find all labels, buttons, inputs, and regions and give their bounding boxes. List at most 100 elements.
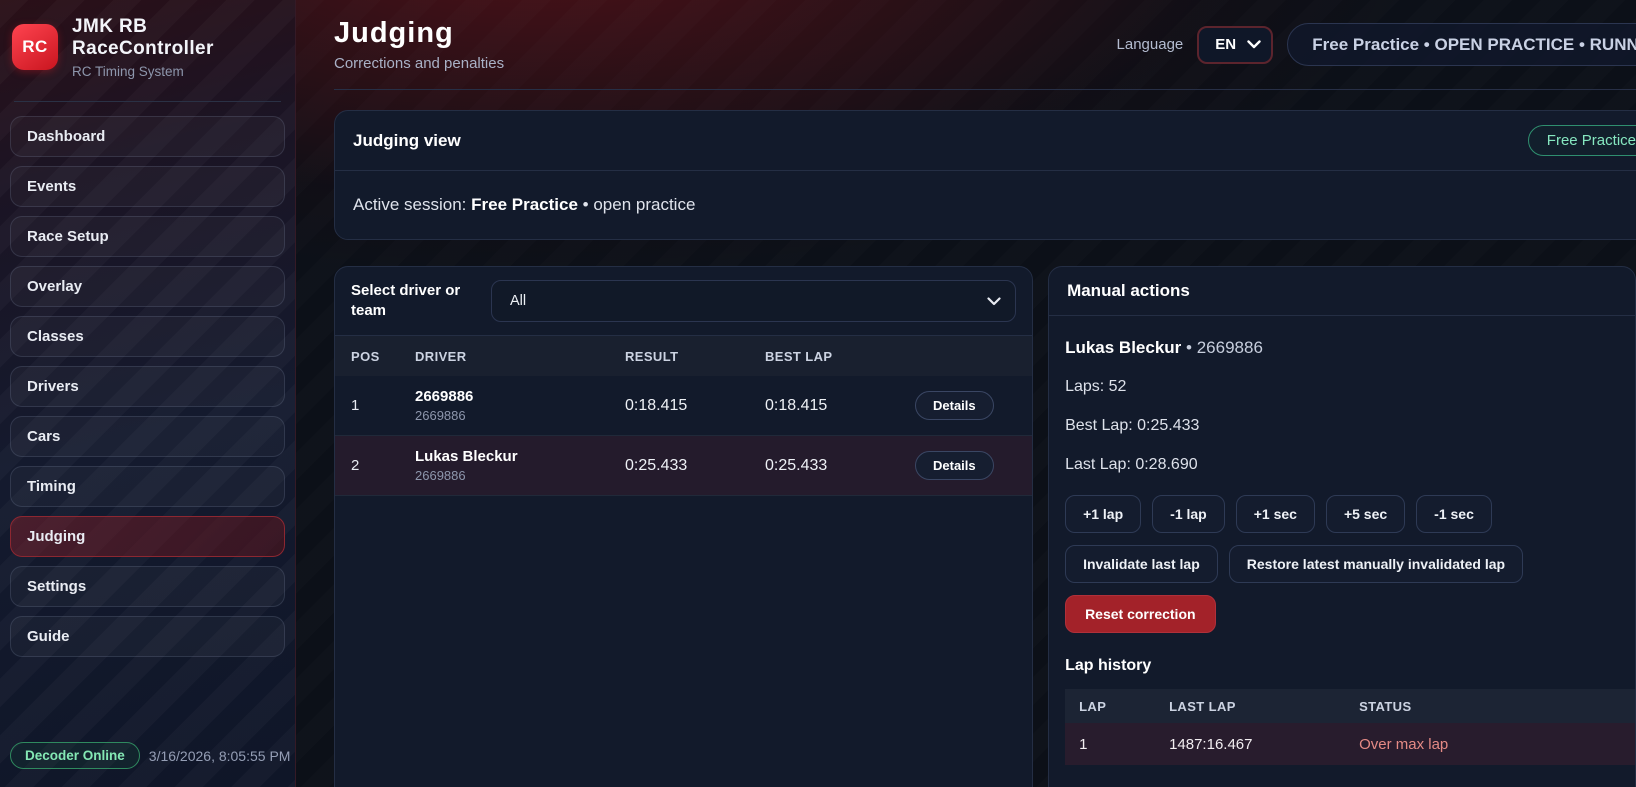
best-lap-cell: 0:25.433 (765, 457, 915, 475)
clock-timestamp: 3/16/2026, 8:05:55 PM (149, 748, 291, 764)
driver-filter-select[interactable]: All (491, 280, 1016, 322)
brand-subtitle: RC Timing System (72, 64, 214, 79)
judging-view-title: Judging view (353, 131, 461, 151)
lap-history-row: 1 1487:16.467 Over max lap (1065, 723, 1636, 765)
driver-results-panel: Select driver or team All POS DRIVER RES… (334, 266, 1033, 787)
manual-actions-title: Manual actions (1067, 281, 1190, 301)
plus-1-sec-button[interactable]: +1 sec (1236, 495, 1315, 533)
sidebar-item-guide[interactable]: Guide (10, 616, 285, 657)
details-button[interactable]: Details (915, 391, 994, 420)
free-practice-badge: Free Practice (1528, 125, 1636, 156)
driver-name: Lukas Bleckur (415, 448, 625, 465)
sidebar-item-dashboard[interactable]: Dashboard (10, 116, 285, 157)
sidebar-item-classes[interactable]: Classes (10, 316, 285, 357)
app-logo-icon: RC (12, 24, 58, 70)
driver-cell: Lukas Bleckur 2669886 (415, 448, 625, 483)
table-row[interactable]: 2 Lukas Bleckur 2669886 0:25.433 0:25.43… (335, 436, 1032, 496)
minus-1-lap-button[interactable]: -1 lap (1152, 495, 1225, 533)
main-content: Judging Corrections and penalties Langua… (296, 0, 1636, 787)
active-session-prefix: Active session: (353, 195, 466, 214)
result-cell: 0:18.415 (625, 397, 765, 415)
language-label: Language (1117, 36, 1184, 53)
laps-count: Laps: 52 (1065, 378, 1619, 396)
plus-1-lap-button[interactable]: +1 lap (1065, 495, 1141, 533)
lap-validity-buttons: Invalidate last lap Restore latest manua… (1065, 545, 1619, 583)
col-pos: POS (351, 349, 415, 364)
session-status-pill: Free Practice • OPEN PRACTICE • RUNNING (1287, 23, 1636, 66)
judging-view-header: Judging view Free Practice (335, 111, 1636, 171)
lap-history-title: Lap history (1065, 657, 1619, 675)
sidebar-item-judging[interactable]: Judging (10, 516, 285, 557)
brand-title: JMK RB RaceController (72, 16, 214, 61)
col-best-lap: BEST LAP (765, 349, 915, 364)
lap-number-cell: 1 (1079, 736, 1169, 753)
language-select[interactable]: EN (1197, 26, 1273, 64)
manual-actions-panel: Manual actions Lukas Bleckur • 2669886 L… (1048, 266, 1636, 787)
last-lap-time-cell: 1487:16.467 (1169, 736, 1359, 753)
pos-cell: 2 (351, 457, 415, 474)
decoder-status-badge: Decoder Online (10, 742, 140, 769)
details-button[interactable]: Details (915, 451, 994, 480)
invalidate-last-lap-button[interactable]: Invalidate last lap (1065, 545, 1218, 583)
chevron-down-icon (987, 297, 1001, 306)
driver-filter-value: All (510, 293, 526, 309)
col-status: STATUS (1359, 699, 1636, 714)
col-lap: LAP (1079, 699, 1169, 714)
active-session-name: Free Practice (471, 195, 578, 214)
last-lap-info: Last Lap: 0:28.690 (1065, 456, 1619, 474)
manual-actions-body: Lukas Bleckur • 2669886 Laps: 52 Best La… (1049, 316, 1635, 781)
driver-select-label: Select driver or team (351, 281, 469, 322)
quick-correction-buttons: +1 lap -1 lap +1 sec +5 sec -1 sec (1065, 495, 1619, 533)
results-table-header: POS DRIVER RESULT BEST LAP (335, 336, 1032, 376)
best-lap-info: Best Lap: 0:25.433 (1065, 417, 1619, 435)
brand: RC JMK RB RaceController RC Timing Syste… (0, 0, 295, 93)
brand-text: JMK RB RaceController RC Timing System (72, 16, 214, 79)
table-row[interactable]: 1 2669886 2669886 0:18.415 0:18.415 Deta… (335, 376, 1032, 436)
sidebar-item-timing[interactable]: Timing (10, 466, 285, 507)
judging-view-panel: Judging view Free Practice Active sessio… (334, 110, 1636, 240)
selected-driver-id: 2669886 (1197, 338, 1263, 357)
active-session-line: Active session: Free Practice • open pra… (335, 171, 1636, 239)
sidebar: RC JMK RB RaceController RC Timing Syste… (0, 0, 296, 787)
language-select-value: EN (1215, 36, 1236, 53)
brand-title-line1: JMK RB (72, 16, 214, 38)
sidebar-item-events[interactable]: Events (10, 166, 285, 207)
col-result: RESULT (625, 349, 765, 364)
driver-separator: • (1186, 338, 1192, 357)
active-session-suffix: • open practice (583, 195, 696, 214)
sidebar-item-drivers[interactable]: Drivers (10, 366, 285, 407)
driver-id: 2669886 (415, 468, 625, 483)
app-root: RC JMK RB RaceController RC Timing Syste… (0, 0, 1636, 787)
topbar: Judging Corrections and penalties Langua… (334, 0, 1636, 90)
sidebar-footer: Decoder Online 3/16/2026, 8:05:55 PM (10, 742, 290, 769)
sidebar-item-cars[interactable]: Cars (10, 416, 285, 457)
minus-1-sec-button[interactable]: -1 sec (1416, 495, 1492, 533)
col-last-lap: LAST LAP (1169, 699, 1359, 714)
sidebar-item-overlay[interactable]: Overlay (10, 266, 285, 307)
content-columns: Select driver or team All POS DRIVER RES… (334, 266, 1636, 787)
page-subtitle: Corrections and penalties (334, 55, 504, 72)
sidebar-item-settings[interactable]: Settings (10, 566, 285, 607)
brand-title-line2: RaceController (72, 38, 214, 60)
sidebar-nav: Dashboard Events Race Setup Overlay Clas… (0, 116, 295, 657)
topbar-right: Language EN Free Practice • OPEN PRACTIC… (1117, 23, 1636, 66)
driver-cell: 2669886 2669886 (415, 388, 625, 423)
driver-filter-bar: Select driver or team All (335, 267, 1032, 336)
best-lap-cell: 0:18.415 (765, 397, 915, 415)
lap-history-table: LAP LAST LAP STATUS 1 1487:16.467 Over m… (1065, 689, 1619, 765)
pos-cell: 1 (351, 397, 415, 414)
result-cell: 0:25.433 (625, 457, 765, 475)
driver-id: 2669886 (415, 408, 625, 423)
restore-invalidated-lap-button[interactable]: Restore latest manually invalidated lap (1229, 545, 1523, 583)
col-driver: DRIVER (415, 349, 625, 364)
plus-5-sec-button[interactable]: +5 sec (1326, 495, 1405, 533)
page-title: Judging (334, 17, 504, 50)
sidebar-item-race-setup[interactable]: Race Setup (10, 216, 285, 257)
chevron-down-icon (1247, 40, 1261, 49)
page-head: Judging Corrections and penalties (334, 17, 504, 72)
selected-driver-name: Lukas Bleckur (1065, 338, 1181, 357)
reset-correction-button[interactable]: Reset correction (1065, 595, 1215, 633)
sidebar-divider (14, 101, 281, 102)
lap-status-cell: Over max lap (1359, 736, 1636, 753)
selected-driver-line: Lukas Bleckur • 2669886 (1065, 338, 1619, 358)
